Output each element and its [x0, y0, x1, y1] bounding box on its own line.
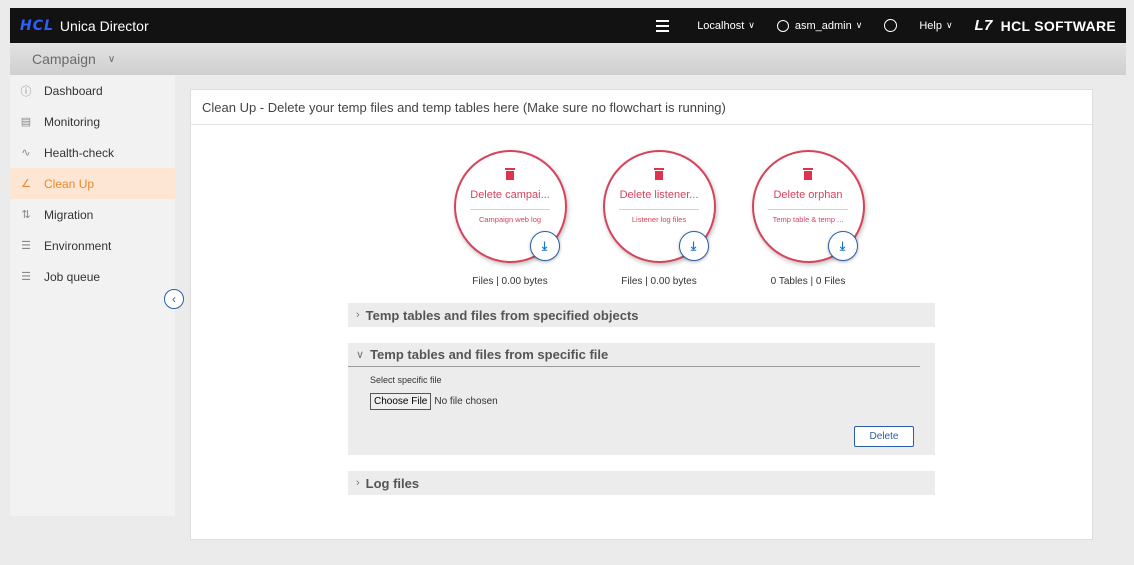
server-dropdown[interactable]: Localhost ∨: [697, 20, 755, 32]
user-dropdown[interactable]: asm_admin ∨: [776, 19, 863, 32]
info-icon: ⓘ: [20, 85, 32, 98]
broom-icon: ∠: [21, 178, 31, 190]
delete-campaign-log-button[interactable]: Delete campai... Campaign web log ⤓: [453, 150, 567, 263]
download-icon: ⤓: [839, 238, 846, 253]
module-bar: Campaign ∨: [10, 43, 1126, 75]
hcl-logo: HCL: [20, 17, 54, 34]
chevron-down-icon: ∨: [356, 349, 365, 361]
list-icon: ☰: [21, 271, 31, 283]
accordion-specific-file: ∨ Temp tables and files from specific fi…: [348, 343, 935, 455]
card-title: Delete orphan: [773, 189, 843, 201]
chevron-down-icon: ∨: [748, 20, 755, 30]
sidebar-item-label: Monitoring: [44, 114, 101, 129]
card-info: Files | 0.00 bytes: [621, 276, 697, 287]
sidebar-item-dashboard[interactable]: ⓘ Dashboard: [10, 75, 175, 106]
sidebar-item-label: Migration: [44, 207, 94, 222]
sidebar-item-migration[interactable]: ⇅ Migration: [10, 199, 175, 230]
choose-file-button[interactable]: Choose File: [370, 393, 432, 410]
chevron-down-icon: ∨: [855, 20, 863, 30]
app-name: Unica Director: [59, 17, 149, 34]
trash-icon: [803, 168, 813, 180]
chevron-down-icon: ∨: [945, 20, 953, 30]
card-campaign-log: Delete campai... Campaign web log ⤓ File…: [436, 150, 584, 287]
collapse-sidebar-button[interactable]: ‹: [164, 289, 184, 309]
delete-orphan-button[interactable]: Delete orphan Temp table & temp ... ⤓: [751, 150, 865, 263]
chevron-left-icon: ‹: [172, 292, 176, 306]
trash-icon: [505, 168, 515, 180]
chevron-down-icon: ∨: [107, 53, 116, 65]
sidebar-item-job-queue[interactable]: ☰ Job queue: [10, 261, 175, 292]
trash-icon: [654, 168, 664, 180]
card-title: Delete campai...: [470, 189, 550, 201]
download-icon: ⤓: [690, 238, 697, 253]
sidebar-item-label: Clean Up: [44, 176, 95, 191]
select-file-label: Select specific file: [370, 375, 442, 385]
sidebar-item-label: Environment: [44, 238, 112, 253]
download-listener-log-button[interactable]: ⤓: [678, 231, 709, 261]
card-subtitle: Temp table & temp ...: [768, 209, 848, 224]
accordion-header[interactable]: › Temp tables and files from specified o…: [348, 303, 935, 327]
help-label: Help: [919, 19, 942, 32]
card-subtitle: Listener log files: [619, 209, 699, 224]
chevron-right-icon: ›: [356, 477, 360, 489]
accordion-specified-objects: › Temp tables and files from specified o…: [348, 303, 935, 327]
file-input: Choose File No file chosen: [370, 393, 935, 410]
card-orphan: Delete orphan Temp table & temp ... ⤓ 0 …: [734, 150, 882, 287]
card-subtitle: Campaign web log: [470, 209, 550, 224]
accordion-log-files: › Log files: [348, 471, 935, 495]
download-orphan-button[interactable]: ⤓: [827, 231, 858, 261]
card-listener-log: Delete listener... Listener log files ⤓ …: [585, 150, 733, 287]
accordion-title: Temp tables and files from specified obj…: [365, 307, 639, 323]
accordion-header[interactable]: › Log files: [348, 471, 935, 495]
cleanup-cards: Delete campai... Campaign web log ⤓ File…: [436, 150, 883, 287]
accordion-body: Select specific file Choose File No file…: [348, 367, 935, 410]
sidebar-item-label: Dashboard: [44, 83, 103, 98]
card-info: Files | 0.00 bytes: [472, 276, 548, 287]
sidebar-item-clean-up[interactable]: ∠ Clean Up: [10, 168, 175, 199]
vendor-logo: L7 HCL SOFTWARE: [975, 17, 1116, 34]
help-dropdown[interactable]: Help ∨: [919, 20, 952, 32]
page-title: Clean Up - Delete your temp files and te…: [191, 90, 1092, 125]
sidebar-item-monitoring[interactable]: ▤ Monitoring: [10, 106, 175, 137]
sidebar-item-environment[interactable]: ☰ Environment: [10, 230, 175, 261]
globe-icon[interactable]: [884, 19, 898, 32]
chevron-right-icon: ›: [356, 309, 360, 321]
module-dropdown[interactable]: Campaign ∨: [32, 51, 115, 67]
server-list-icon[interactable]: [656, 19, 670, 32]
accordion-header[interactable]: ∨ Temp tables and files from specific fi…: [348, 343, 920, 367]
clean-up-panel: Clean Up - Delete your temp files and te…: [190, 89, 1093, 540]
sliders-icon: ☰: [21, 240, 31, 252]
card-title: Delete listener...: [619, 189, 699, 201]
sidebar-item-label: Health-check: [44, 145, 115, 160]
hcl-mark-icon: L7: [974, 17, 993, 34]
migration-icon: ⇅: [21, 209, 31, 221]
card-info: 0 Tables | 0 Files: [770, 276, 846, 287]
top-bar: HCL Unica Director Localhost ∨ asm_admin…: [10, 8, 1126, 43]
sidebar: ⓘ Dashboard ▤ Monitoring ∿ Health-check …: [10, 75, 175, 516]
server-label: Localhost: [697, 19, 745, 32]
download-icon: ⤓: [541, 238, 548, 253]
vendor-name: HCL SOFTWARE: [1000, 17, 1116, 34]
download-campaign-log-button[interactable]: ⤓: [529, 231, 560, 261]
monitor-icon: ▤: [20, 116, 32, 128]
accordion-title: Log files: [365, 475, 420, 491]
delete-button[interactable]: Delete: [854, 426, 914, 447]
sidebar-item-label: Job queue: [44, 269, 101, 284]
user-icon: [776, 19, 789, 32]
accordion-title: Temp tables and files from specific file: [370, 347, 609, 362]
user-label: asm_admin: [794, 19, 852, 32]
heartbeat-icon: ∿: [21, 147, 31, 159]
file-status: No file chosen: [434, 396, 498, 407]
module-label: Campaign: [32, 51, 96, 67]
sidebar-item-health-check[interactable]: ∿ Health-check: [10, 137, 175, 168]
delete-listener-log-button[interactable]: Delete listener... Listener log files ⤓: [602, 150, 716, 263]
brand[interactable]: HCL Unica Director: [20, 18, 149, 34]
